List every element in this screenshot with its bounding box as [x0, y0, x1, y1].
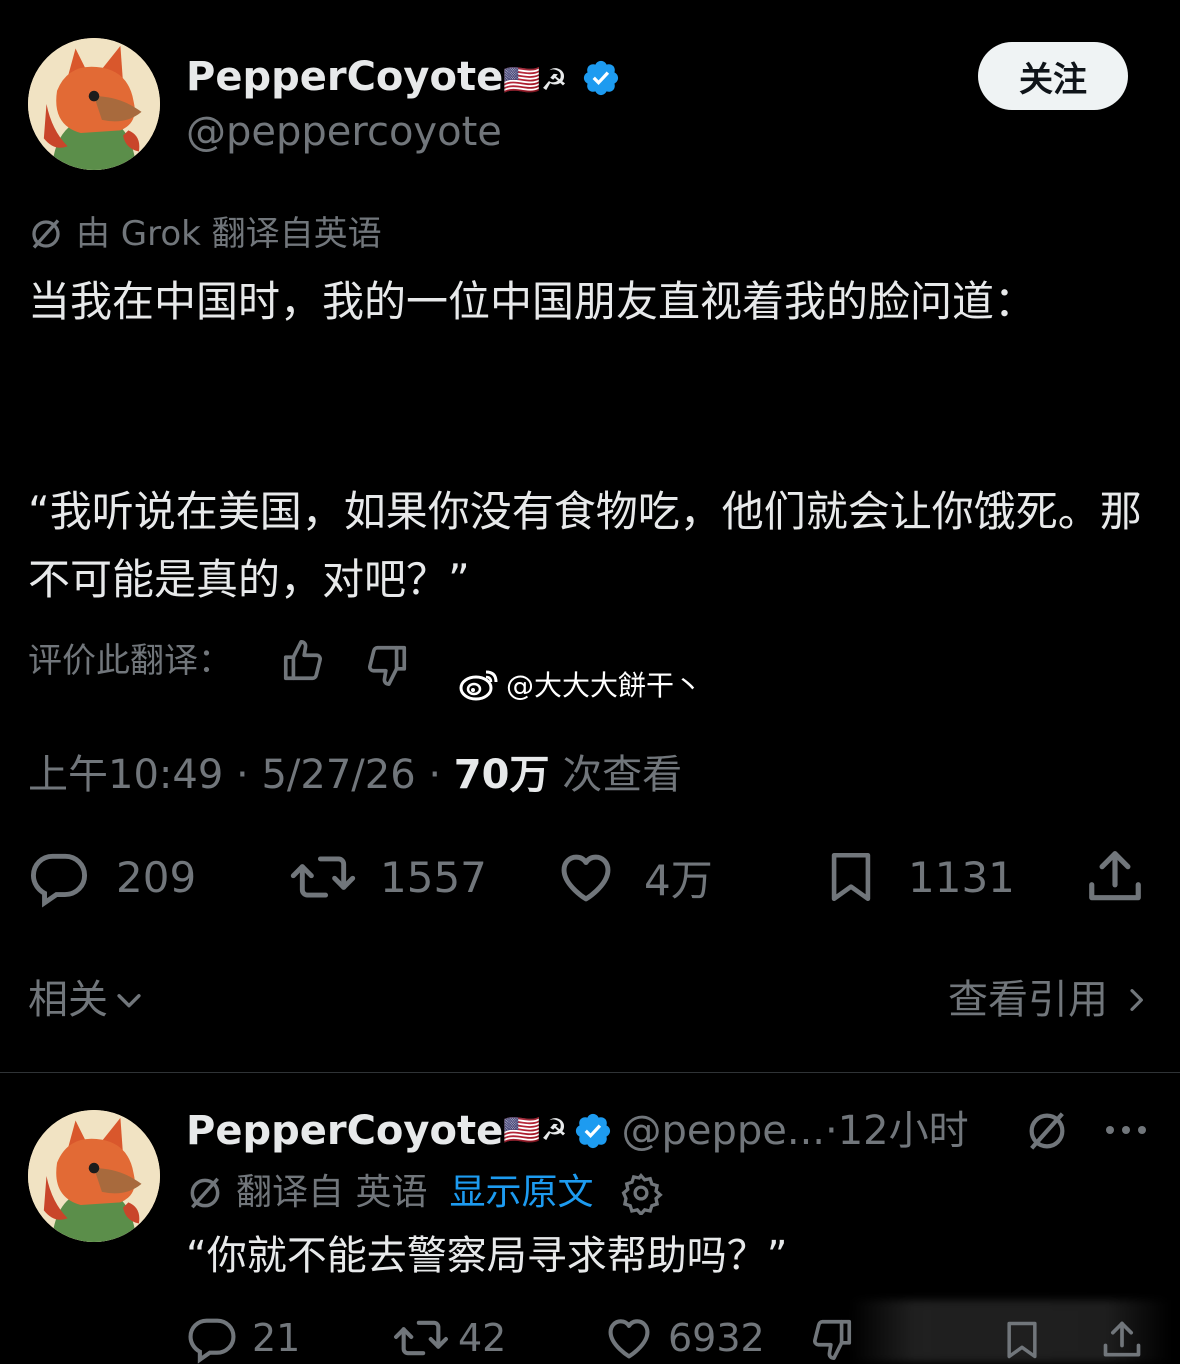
reply-header-row: PepperCoyote 🇺🇸☭ @peppe... ·12小时: [186, 1104, 969, 1158]
reply-time[interactable]: ·12小时: [825, 1104, 969, 1158]
views-label: 次查看: [562, 752, 683, 798]
reply-translation-note: 翻译自 英语: [236, 1172, 428, 1213]
weibo-logo-icon: [458, 666, 500, 702]
follow-button[interactable]: 关注: [978, 42, 1128, 110]
author-avatar[interactable]: [28, 38, 160, 170]
post-time[interactable]: 上午10:49: [28, 752, 223, 798]
reply-like-action[interactable]: 6932: [602, 1312, 765, 1364]
meta-separator: ·: [428, 752, 442, 798]
watermark-text: @大大大餅干丶: [506, 669, 703, 702]
reply-text: “你就不能去警察局寻求帮助吗？”: [186, 1233, 788, 1279]
chevron-down-icon: [117, 994, 141, 1008]
chevron-right-icon: [1130, 989, 1143, 1011]
post-text-paragraph-2: “我听说在美国，如果你没有食物吃，他们就会让你饿死。那不可能是真的，对吧？”: [28, 487, 1142, 604]
repost-action[interactable]: 1557: [288, 846, 487, 908]
share-icon: [1089, 851, 1141, 901]
reply-like-count: 6932: [668, 1316, 765, 1360]
repost-count: 1557: [380, 852, 487, 902]
repost-icon: [394, 1320, 448, 1356]
grok-icon[interactable]: [1024, 1108, 1070, 1158]
coyote-avatar-icon: [28, 38, 160, 170]
translation-note-row: 由 Grok 翻译自英语: [28, 210, 382, 258]
author-display-name[interactable]: PepperCoyote: [186, 54, 503, 100]
rate-translation-label: 评价此翻译：: [28, 641, 232, 681]
thumbs-down-icon[interactable]: [364, 642, 410, 692]
reply-action[interactable]: 209: [28, 846, 196, 908]
author-emoji: 🇺🇸☭: [503, 63, 568, 98]
reply-author-avatar[interactable]: [28, 1110, 160, 1242]
settings-gear-icon[interactable]: [619, 1171, 664, 1215]
reply-thumbs-down-icon[interactable]: [808, 1316, 856, 1362]
bookmark-icon: [831, 852, 871, 902]
share-action[interactable]: [1084, 846, 1146, 908]
view-quotes-link[interactable]: 查看引用: [948, 972, 1152, 1028]
verified-badge-icon: [576, 1113, 611, 1149]
reply-icon: [188, 1318, 236, 1364]
heart-icon: [608, 1319, 650, 1359]
reply-author-handle[interactable]: @peppe...: [621, 1104, 825, 1158]
like-action[interactable]: 4万: [554, 846, 713, 908]
views-count: 70万: [453, 752, 550, 798]
related-label: 相关: [28, 977, 108, 1023]
reply-author-emoji: 🇺🇸☭: [503, 1113, 568, 1148]
grok-icon: [28, 216, 64, 252]
author-name-row[interactable]: PepperCoyote🇺🇸☭: [186, 50, 621, 108]
translation-note: 由 Grok 翻译自英语: [76, 214, 382, 254]
repost-icon: [290, 856, 356, 898]
view-quotes-label: 查看引用: [948, 977, 1108, 1023]
section-divider: [0, 1072, 1180, 1073]
reply-repost-action[interactable]: 42: [392, 1312, 506, 1364]
author-handle[interactable]: @peppercoyote: [186, 108, 502, 156]
heart-icon: [561, 854, 611, 902]
meta-separator: ·: [236, 752, 249, 798]
reply-bookmark-icon[interactable]: [1000, 1318, 1044, 1362]
reply-reply-action[interactable]: 21: [186, 1312, 300, 1364]
bookmark-action[interactable]: 1131: [822, 846, 1015, 908]
grok-icon: [190, 1177, 220, 1209]
reply-repost-count: 42: [458, 1316, 507, 1360]
weibo-watermark: @大大大餅干丶: [458, 664, 702, 704]
like-count: 4万: [644, 855, 713, 905]
post-text-paragraph-1: 当我在中国时，我的一位中国朋友直视着我的脸问道：: [28, 277, 1037, 326]
more-options-icon[interactable]: [1102, 1116, 1150, 1148]
coyote-avatar-icon: [28, 1110, 160, 1242]
verified-badge-icon: [581, 52, 621, 106]
reply-reply-count: 21: [252, 1316, 301, 1360]
show-original-link[interactable]: 显示原文: [449, 1168, 593, 1218]
post-date[interactable]: 5/27/26: [261, 752, 415, 798]
reply-icon: [30, 853, 88, 908]
related-toggle[interactable]: 相关: [28, 972, 146, 1028]
bookmark-count: 1131: [908, 852, 1015, 902]
reply-count: 209: [116, 852, 197, 902]
reply-translation-row: 翻译自 英语 显示原文: [186, 1168, 664, 1218]
thumbs-up-icon[interactable]: [280, 638, 326, 688]
reply-share-icon[interactable]: [1100, 1318, 1144, 1362]
post-meta-row: 上午10:49 · 5/27/26 · 70万 次查看: [28, 748, 682, 802]
reply-author-name[interactable]: PepperCoyote: [186, 1104, 503, 1158]
